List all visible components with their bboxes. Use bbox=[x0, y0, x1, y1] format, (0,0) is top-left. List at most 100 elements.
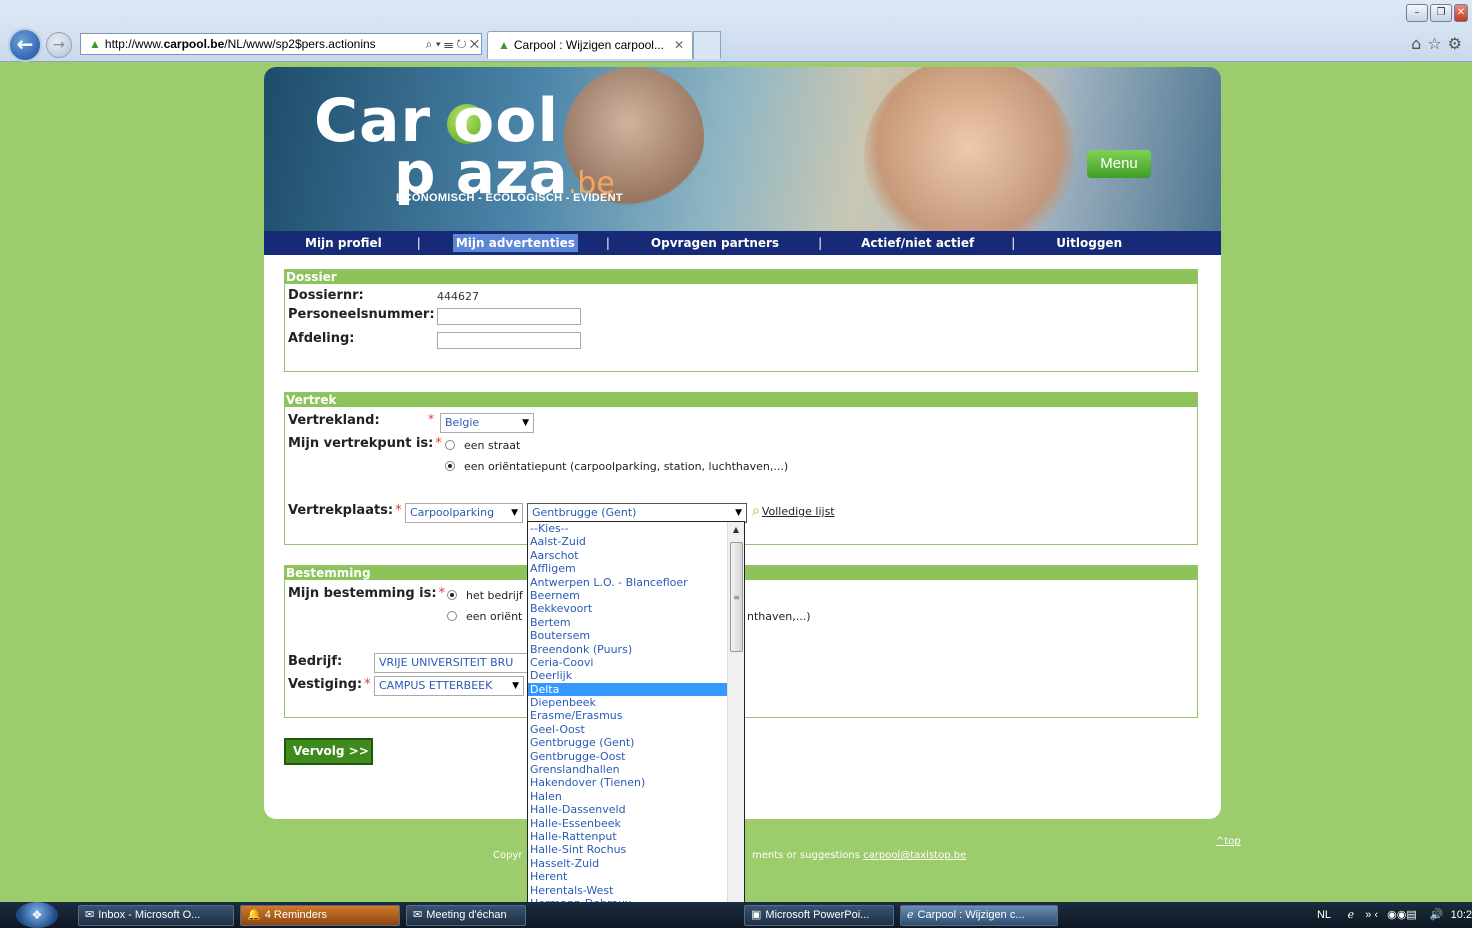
vervolg-button[interactable]: Vervolg >> bbox=[284, 738, 373, 765]
forward-arrow-icon[interactable]: → bbox=[46, 32, 72, 58]
taskbar-item-meeting[interactable]: ✉ Meeting d'échan bbox=[406, 905, 526, 926]
vertrekpunt-label: Mijn vertrekpunt is: * bbox=[288, 436, 442, 451]
bedrijf-input[interactable]: VRIJE UNIVERSITEIT BRU bbox=[374, 653, 529, 673]
dropdown-option[interactable]: Hasselt-Zuid bbox=[528, 857, 727, 870]
radio-orientatiepunt-bestemming[interactable] bbox=[447, 611, 457, 621]
dropdown-option[interactable]: Beernem bbox=[528, 589, 727, 602]
volledige-lijst-link[interactable]: ⌕ Volledige lijst bbox=[752, 503, 835, 519]
dropdown-option[interactable]: Hakendover (Tienen) bbox=[528, 776, 727, 789]
nav-actief-niet-actief[interactable]: Actief/niet actief bbox=[858, 234, 977, 252]
taskbar-item-reminders[interactable]: 🔔 4 Reminders bbox=[240, 905, 400, 926]
address-bar[interactable]: ▲ http://www.carpool.be/NL/www/sp2$pers.a… bbox=[80, 33, 482, 55]
home-icon[interactable]: ⌂ bbox=[1411, 34, 1427, 53]
section-heading: Vertrek bbox=[285, 393, 1197, 407]
start-button[interactable]: ❖ bbox=[16, 902, 58, 928]
dropdown-option[interactable]: Antwerpen L.O. - Blancefloer bbox=[528, 576, 727, 589]
dropdown-option[interactable]: Halen bbox=[528, 790, 727, 803]
dropdown-option[interactable]: Halle-Sint Rochus bbox=[528, 843, 727, 856]
dossiernr-value: 444627 bbox=[437, 290, 479, 303]
section-dossier: Dossier Dossiernr: 444627 Personeelsnumm… bbox=[284, 269, 1198, 372]
dropdown-option[interactable]: Breendonk (Puurs) bbox=[528, 643, 727, 656]
dropdown-option[interactable]: Deerlijk bbox=[528, 669, 727, 682]
menu-button[interactable]: Menu bbox=[1087, 150, 1151, 178]
personeelsnummer-input[interactable] bbox=[437, 308, 581, 325]
close-window-icon[interactable]: ✕ bbox=[1454, 4, 1468, 22]
system-tray: NL ℯ » ‹ ◉◉▤ 🔊 10:2 bbox=[1317, 902, 1472, 928]
dropdown-option[interactable]: Gentbrugge-Oost bbox=[528, 750, 727, 763]
dropdown-scrollbar[interactable]: ▲ ≡ ▼ bbox=[727, 522, 744, 925]
scrollbar-thumb[interactable]: ≡ bbox=[730, 542, 743, 652]
nav-opvragen-partners[interactable]: Opvragen partners bbox=[648, 234, 782, 252]
scroll-up-icon[interactable]: ▲ bbox=[728, 522, 744, 538]
envelope-icon: ✉ bbox=[413, 909, 423, 921]
vertrekland-select[interactable]: Belgie ▼ bbox=[440, 413, 534, 433]
vestiging-select[interactable]: CAMPUS ETTERBEEK ▼ bbox=[374, 676, 524, 696]
volume-icon[interactable]: 🔊 bbox=[1430, 909, 1444, 921]
dropdown-option[interactable]: Aalst-Zuid bbox=[528, 535, 727, 548]
bell-icon: 🔔 bbox=[247, 909, 261, 921]
back-to-top-link[interactable]: ^top bbox=[1216, 836, 1241, 847]
window-controls: – ❐ ✕ bbox=[1406, 4, 1468, 22]
ie-icon: ℯ bbox=[907, 909, 914, 921]
dropdown-option[interactable]: Halle-Rattenput bbox=[528, 830, 727, 843]
magnifier-icon: ⌕ bbox=[752, 503, 760, 519]
vestiging-label: Vestiging: * bbox=[288, 677, 371, 692]
close-tab-icon[interactable]: ✕ bbox=[674, 32, 684, 59]
dropdown-option[interactable]: Ceria-Coovi bbox=[528, 656, 727, 669]
star-icon[interactable]: ☆ bbox=[1427, 34, 1447, 53]
minimize-icon[interactable]: – bbox=[1406, 4, 1428, 22]
dropdown-option[interactable]: Boutersem bbox=[528, 629, 727, 642]
language-indicator[interactable]: NL bbox=[1317, 909, 1331, 921]
dropdown-option[interactable]: Delta bbox=[528, 682, 727, 697]
new-tab-button[interactable] bbox=[693, 31, 721, 59]
browser-tab[interactable]: ▲ Carpool : Wijzigen carpool... ✕ bbox=[487, 31, 693, 59]
vertrekplaats-dropdown-list[interactable]: --Kies-- Aalst-Zuid Aarschot Affligem Antwer… bbox=[527, 521, 745, 926]
radio-een-straat-label: een straat bbox=[464, 439, 521, 452]
dropdown-option[interactable]: Halle-Essenbeek bbox=[528, 817, 727, 830]
tab-title: Carpool : Wijzigen carpool... bbox=[513, 38, 664, 52]
chevron-down-icon: ▼ bbox=[522, 418, 529, 428]
tray-apps-icon[interactable]: ◉◉▤ bbox=[1387, 909, 1417, 921]
back-arrow-icon[interactable]: ← bbox=[8, 28, 42, 62]
dropdown-option[interactable]: Herentals-West bbox=[528, 884, 727, 897]
vertrekplaats-type-select[interactable]: Carpoolparking ▼ bbox=[405, 503, 523, 523]
taskbar-item-powerpoint[interactable]: ▣ Microsoft PowerPoi... bbox=[744, 905, 894, 926]
taskbar-item-outlook[interactable]: ✉ Inbox - Microsoft O... bbox=[78, 905, 234, 926]
footer-email-link[interactable]: carpool@taxistop.be bbox=[863, 850, 966, 861]
chevron-down-icon: ▼ bbox=[512, 681, 519, 691]
dropdown-option[interactable]: Diepenbeek bbox=[528, 696, 727, 709]
dropdown-option[interactable]: Herent bbox=[528, 870, 727, 883]
tray-expand-icon[interactable]: » ‹ bbox=[1365, 909, 1378, 921]
dropdown-option[interactable]: Halle-Dassenveld bbox=[528, 803, 727, 816]
dropdown-option[interactable]: Aarschot bbox=[528, 549, 727, 562]
taskbar-item-carpool[interactable]: ℯ Carpool : Wijzigen c... bbox=[900, 905, 1058, 926]
radio-orientatiepunt-bestemming-label: een oriënt bbox=[466, 610, 523, 623]
dropdown-option[interactable]: Geel-Oost bbox=[528, 723, 727, 736]
dropdown-option[interactable]: Bertem bbox=[528, 616, 727, 629]
dropdown-option[interactable]: Gentbrugge (Gent) bbox=[528, 736, 727, 749]
vertrekplaats-select[interactable]: Gentbrugge (Gent) ▼ bbox=[527, 503, 747, 523]
address-tools[interactable]: ⌕ ▾ ☰ ↻ ✕ bbox=[421, 34, 479, 54]
nav-mijn-advertenties[interactable]: Mijn advertenties bbox=[452, 234, 578, 252]
dropdown-option[interactable]: Grenslandhallen bbox=[528, 763, 727, 776]
restore-icon[interactable]: ❐ bbox=[1430, 4, 1452, 22]
dropdown-option[interactable]: Affligem bbox=[528, 562, 727, 575]
nav-mijn-profiel[interactable]: Mijn profiel bbox=[302, 234, 385, 252]
radio-orientatiepunt[interactable] bbox=[445, 461, 455, 471]
chevron-down-icon: ▼ bbox=[511, 508, 518, 518]
site-favicon-icon: ▲ bbox=[89, 37, 101, 51]
required-marker: * bbox=[428, 412, 434, 426]
dropdown-option[interactable]: --Kies-- bbox=[528, 522, 727, 535]
main-nav: Mijn profiel | Mijn advertenties | Opvra… bbox=[264, 231, 1221, 255]
dropdown-option[interactable]: Bekkevoort bbox=[528, 602, 727, 615]
clock[interactable]: 10:2 bbox=[1451, 909, 1472, 921]
gear-icon[interactable]: ⚙ bbox=[1448, 34, 1468, 53]
afdeling-input[interactable] bbox=[437, 332, 581, 349]
ie-tray-icon[interactable]: ℯ bbox=[1348, 909, 1355, 921]
nav-separator: | bbox=[1011, 236, 1016, 250]
afdeling-label: Afdeling: bbox=[288, 331, 355, 346]
radio-het-bedrijf[interactable] bbox=[447, 590, 457, 600]
dropdown-option[interactable]: Erasme/Erasmus bbox=[528, 709, 727, 722]
nav-uitloggen[interactable]: Uitloggen bbox=[1053, 234, 1125, 252]
radio-een-straat[interactable] bbox=[445, 440, 455, 450]
